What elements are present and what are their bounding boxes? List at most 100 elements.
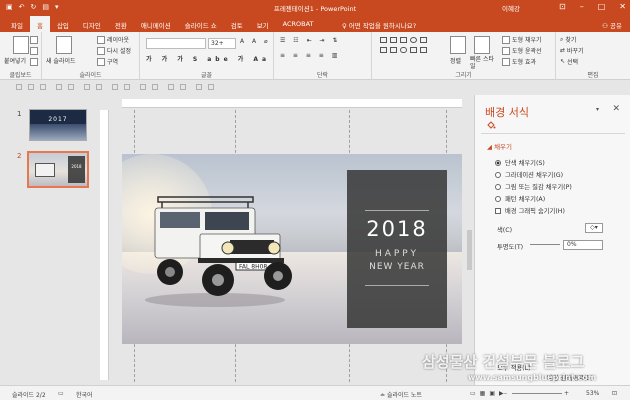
tab-view[interactable]: 보기 xyxy=(250,16,276,32)
zoom-out-icon[interactable]: – xyxy=(504,390,507,397)
new-slide-icon[interactable] xyxy=(56,36,72,54)
quick-styles-icon[interactable] xyxy=(474,36,490,54)
tab-acrobat[interactable]: ACROBAT xyxy=(276,16,321,32)
brace-shape-icon[interactable] xyxy=(420,47,427,53)
slide-greeting-line1[interactable]: HAPPY xyxy=(347,249,447,259)
tab-design[interactable]: 디자인 xyxy=(76,16,108,32)
tab-file[interactable]: 파일 xyxy=(4,16,30,32)
reset-button[interactable]: 다시 설정 xyxy=(97,46,131,55)
radio[interactable] xyxy=(495,183,501,190)
transparency-input[interactable]: 0% xyxy=(563,240,603,250)
toolbar-icon[interactable] xyxy=(140,84,146,90)
grow-shrink-font[interactable]: A A ⌀ xyxy=(240,38,271,45)
radio[interactable] xyxy=(495,171,501,178)
paste-icon[interactable] xyxy=(13,36,29,54)
square-shape-icon[interactable] xyxy=(420,37,427,43)
toolbar-icon[interactable] xyxy=(28,84,34,90)
language-indicator[interactable]: 한국어 xyxy=(76,390,93,399)
pane-close-icon[interactable]: ✕ xyxy=(612,104,620,114)
shape-outline-button[interactable]: 도형 윤곽선 xyxy=(502,46,542,55)
slide-greeting-line2[interactable]: NEW YEAR xyxy=(347,262,447,272)
toolbar-icon[interactable] xyxy=(84,84,90,90)
toolbar-icon[interactable] xyxy=(56,84,62,90)
vertical-ruler[interactable] xyxy=(100,110,109,380)
rounded-shape-icon[interactable] xyxy=(400,47,407,53)
font-size-box[interactable]: 32+ xyxy=(208,38,236,49)
zoom-in-icon[interactable]: + xyxy=(564,390,569,397)
list-buttons[interactable]: ☰ ☷ ⇤ ⇥ ⇅ xyxy=(280,37,340,44)
toolbar-icon[interactable] xyxy=(96,84,102,90)
zoom-slider[interactable] xyxy=(512,393,562,394)
font-style-buttons[interactable]: 가 가 가 S abe 가 Aa xyxy=(146,54,270,63)
close-icon[interactable]: ✕ xyxy=(619,2,626,11)
checkbox[interactable] xyxy=(495,207,501,214)
toolbar-icon[interactable] xyxy=(168,84,174,90)
replace-button[interactable]: ⇄ 바꾸기 xyxy=(560,46,584,55)
font-name-box[interactable] xyxy=(146,38,206,49)
user-name[interactable]: 이혜강 xyxy=(502,3,520,13)
section-button[interactable]: 구역 xyxy=(97,57,118,66)
toolbar-icon[interactable] xyxy=(196,84,202,90)
spelling-icon[interactable]: ▭ xyxy=(58,390,64,397)
shape-fill-button[interactable]: 도형 채우기 xyxy=(502,35,542,44)
quick-styles-button[interactable]: 빠른 스타일 xyxy=(470,56,496,70)
color-picker-button[interactable]: ◇▾ xyxy=(585,223,603,233)
arrange-icon[interactable] xyxy=(450,36,466,54)
copy-icon[interactable] xyxy=(30,47,38,55)
star-shape-icon[interactable] xyxy=(410,47,417,53)
transparency-slider[interactable] xyxy=(530,244,560,245)
radio-selected[interactable] xyxy=(495,159,501,166)
align-buttons[interactable]: ≡ ≡ ≡ ≡ ▥ xyxy=(280,52,340,59)
fit-slide-icon[interactable]: ⊡ xyxy=(612,390,617,397)
tab-animations[interactable]: 애니메이션 xyxy=(134,16,178,32)
toolbar-icon[interactable] xyxy=(208,84,214,90)
notes-button[interactable]: ≐ 슬라이드 노트 xyxy=(380,390,422,399)
toolbar-icon[interactable] xyxy=(152,84,158,90)
gradient-fill-option[interactable]: 그라데이션 채우기(G) xyxy=(495,170,563,179)
toolbar-icon[interactable] xyxy=(68,84,74,90)
fill-section-header[interactable]: ◢ 채우기 xyxy=(487,141,512,151)
fill-bucket-icon[interactable] xyxy=(486,120,496,130)
slide-thumbnail-1[interactable]: 2017 xyxy=(29,109,87,141)
scrollbar-thumb[interactable] xyxy=(467,230,472,270)
toolbar-icon[interactable] xyxy=(16,84,22,90)
toolbar-icon[interactable] xyxy=(112,84,118,90)
pane-options-icon[interactable]: ▾ xyxy=(596,106,599,113)
pattern-fill-option[interactable]: 패턴 채우기(A) xyxy=(495,194,545,203)
share-button[interactable]: ⚇ 공유 xyxy=(602,20,622,30)
new-slide-button[interactable]: 새 슬라이드 xyxy=(46,56,76,65)
format-painter-icon[interactable] xyxy=(30,58,38,66)
picture-fill-option[interactable]: 그림 또는 질감 채우기(P) xyxy=(495,182,572,191)
view-buttons[interactable]: ▭▦▣▶ xyxy=(470,390,508,397)
rectangle-shape-icon[interactable] xyxy=(380,37,387,43)
tab-home[interactable]: 홈 xyxy=(29,16,50,32)
tell-me-box[interactable]: ♀ 어떤 작업을 원하시나요? xyxy=(342,20,416,30)
toolbar-icon[interactable] xyxy=(180,84,186,90)
line-shape-icon[interactable] xyxy=(390,37,397,43)
slide-thumbnail-2[interactable]: 2018 xyxy=(27,151,89,188)
solid-fill-option[interactable]: 단색 채우기(S) xyxy=(495,158,545,167)
paste-button[interactable]: 붙여넣기 xyxy=(4,56,26,65)
layout-button[interactable]: 레이아웃 xyxy=(97,35,129,44)
ribbon-display-icon[interactable]: ⊡ xyxy=(559,2,566,11)
zoom-level[interactable]: 53% xyxy=(586,390,599,397)
shape-effects-button[interactable]: 도형 효과 xyxy=(502,57,536,66)
tab-transitions[interactable]: 전환 xyxy=(108,16,134,32)
toolbar-icon[interactable] xyxy=(124,84,130,90)
triangle-shape-icon[interactable] xyxy=(380,47,387,53)
hide-graphics-option[interactable]: 배경 그래픽 숨기기(H) xyxy=(495,206,565,215)
toolbar-icon[interactable] xyxy=(40,84,46,90)
oval-shape-icon[interactable] xyxy=(410,37,417,43)
maximize-icon[interactable]: □ xyxy=(598,2,606,11)
select-button[interactable]: ↖ 선택 xyxy=(560,57,578,66)
arrange-button[interactable]: 정렬 xyxy=(450,56,461,65)
arrow-shape-icon[interactable] xyxy=(400,37,407,43)
radio[interactable] xyxy=(495,195,501,202)
slide-year[interactable]: 2018 xyxy=(347,217,447,241)
minimize-icon[interactable]: – xyxy=(580,2,584,11)
cut-icon[interactable] xyxy=(30,36,38,44)
horizontal-ruler[interactable] xyxy=(122,99,462,108)
editor-scrollbar[interactable] xyxy=(466,98,473,385)
title-text-box[interactable]: 2018 HAPPY NEW YEAR xyxy=(347,170,447,328)
tab-review[interactable]: 검토 xyxy=(224,16,250,32)
